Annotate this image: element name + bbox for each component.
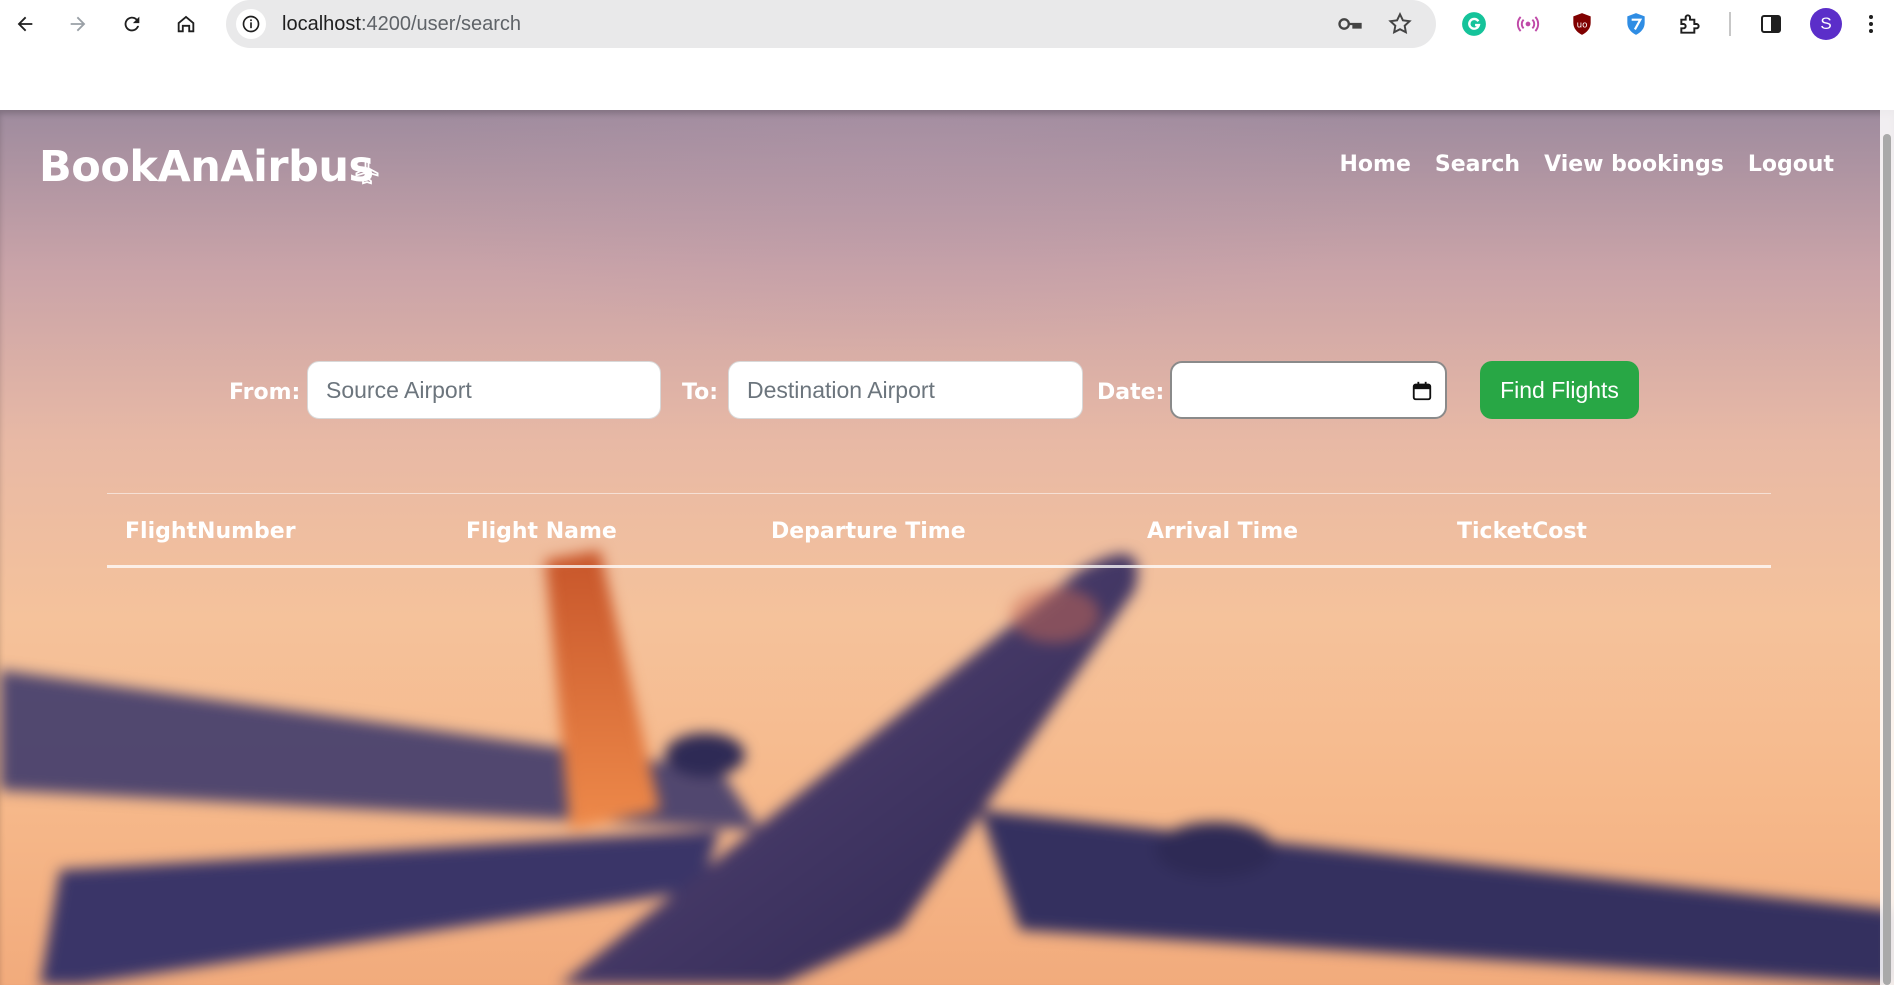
podcast-icon[interactable] xyxy=(1513,9,1543,39)
forward-icon[interactable] xyxy=(60,6,96,42)
column-header-arrival-time: Arrival Time xyxy=(1147,519,1299,544)
bookmarks-bar-gap xyxy=(0,48,1894,110)
browser-toolbar: localhost:4200/user/search uo S xyxy=(0,0,1894,48)
column-header-flight-name: Flight Name xyxy=(466,519,617,544)
find-flights-button[interactable]: Find Flights xyxy=(1480,361,1639,419)
column-header-departure-time: Departure Time xyxy=(771,519,966,544)
brand-title[interactable]: BookAnAirbus xyxy=(39,142,374,192)
scrollbar-thumb[interactable] xyxy=(1883,134,1891,985)
profile-avatar[interactable]: S xyxy=(1810,8,1842,40)
table-header-border xyxy=(107,565,1771,568)
column-header-ticket-cost: TicketCost xyxy=(1457,519,1587,544)
calendar-icon[interactable] xyxy=(1411,380,1433,402)
reload-icon[interactable] xyxy=(114,6,150,42)
airplane-icon xyxy=(355,158,379,185)
password-key-icon[interactable] xyxy=(1336,10,1364,38)
puzzle-extensions-icon[interactable] xyxy=(1675,9,1705,39)
main-nav: Home Search View bookings Logout xyxy=(1340,152,1834,177)
address-bar[interactable]: localhost:4200/user/search xyxy=(226,0,1436,48)
nav-logout-link[interactable]: Logout xyxy=(1748,152,1834,177)
column-header-flight-number: FlightNumber xyxy=(125,519,296,544)
shield-vpn-icon[interactable] xyxy=(1621,9,1651,39)
nav-home-link[interactable]: Home xyxy=(1340,152,1411,177)
background-airplane-image xyxy=(0,550,1894,985)
toolbar-divider xyxy=(1729,12,1731,36)
ublock-icon[interactable]: uo xyxy=(1567,9,1597,39)
date-input[interactable] xyxy=(1170,361,1447,419)
source-airport-input[interactable] xyxy=(307,361,661,419)
bookmark-star-icon[interactable] xyxy=(1386,10,1414,38)
table-top-border xyxy=(107,493,1771,494)
date-label: Date: xyxy=(1097,380,1165,405)
destination-airport-input[interactable] xyxy=(728,361,1083,419)
nav-view-bookings-link[interactable]: View bookings xyxy=(1544,152,1724,177)
page-content: BookAnAirbus Home Search View bookings L… xyxy=(0,110,1894,985)
side-panel-icon[interactable] xyxy=(1756,9,1786,39)
from-label: From: xyxy=(229,380,301,405)
more-menu-icon[interactable] xyxy=(1856,9,1886,39)
back-icon[interactable] xyxy=(7,6,43,42)
nav-search-link[interactable]: Search xyxy=(1435,152,1520,177)
home-icon[interactable] xyxy=(168,6,204,42)
url-text: localhost:4200/user/search xyxy=(282,13,522,35)
site-info-icon[interactable] xyxy=(236,9,266,39)
grammarly-icon[interactable] xyxy=(1459,9,1489,39)
svg-text:uo: uo xyxy=(1577,20,1588,30)
to-label: To: xyxy=(682,380,718,405)
